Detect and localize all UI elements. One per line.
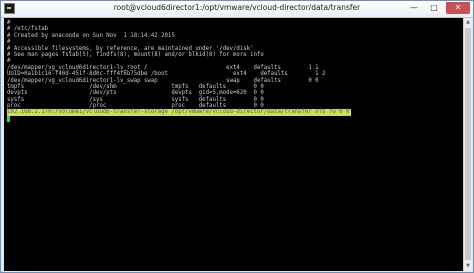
fstab-content: # # /etc/fstab # Created by anaconda on …	[7, 20, 352, 122]
terminal-line: UUID=0a1b1c16-f40d-451f-8d0c-fff4f6b75db…	[7, 71, 326, 78]
minimize-button[interactable]: —	[405, 2, 423, 14]
terminal-line: /dev/mapper/vg_vcloud6director1-lv_swap …	[7, 77, 319, 84]
scroll-down-arrow-icon[interactable]: ▼	[464, 262, 472, 271]
terminal-window: root@vcloud6director1:/opt/vmware/vcloud…	[0, 0, 474, 273]
close-button[interactable]: ✕	[446, 2, 470, 14]
maximize-button[interactable]: □	[425, 2, 443, 14]
scroll-up-arrow-icon[interactable]: ▲	[464, 18, 472, 27]
title-bar[interactable]: root@vcloud6director1:/opt/vmware/vcloud…	[1, 1, 473, 18]
scroll-thumb[interactable]	[465, 28, 471, 260]
terminal-cursor	[7, 115, 10, 122]
terminal-output[interactable]: # # /etc/fstab # Created by anaconda on …	[4, 18, 463, 271]
window-title: root@vcloud6director1:/opt/vmware/vcloud…	[113, 3, 361, 12]
nfs-mount-line-highlighted: 192.168.2.170:/volume1/vcloud6-transfer-…	[7, 109, 352, 116]
vertical-scrollbar[interactable]: ▲ ▼	[463, 18, 472, 271]
